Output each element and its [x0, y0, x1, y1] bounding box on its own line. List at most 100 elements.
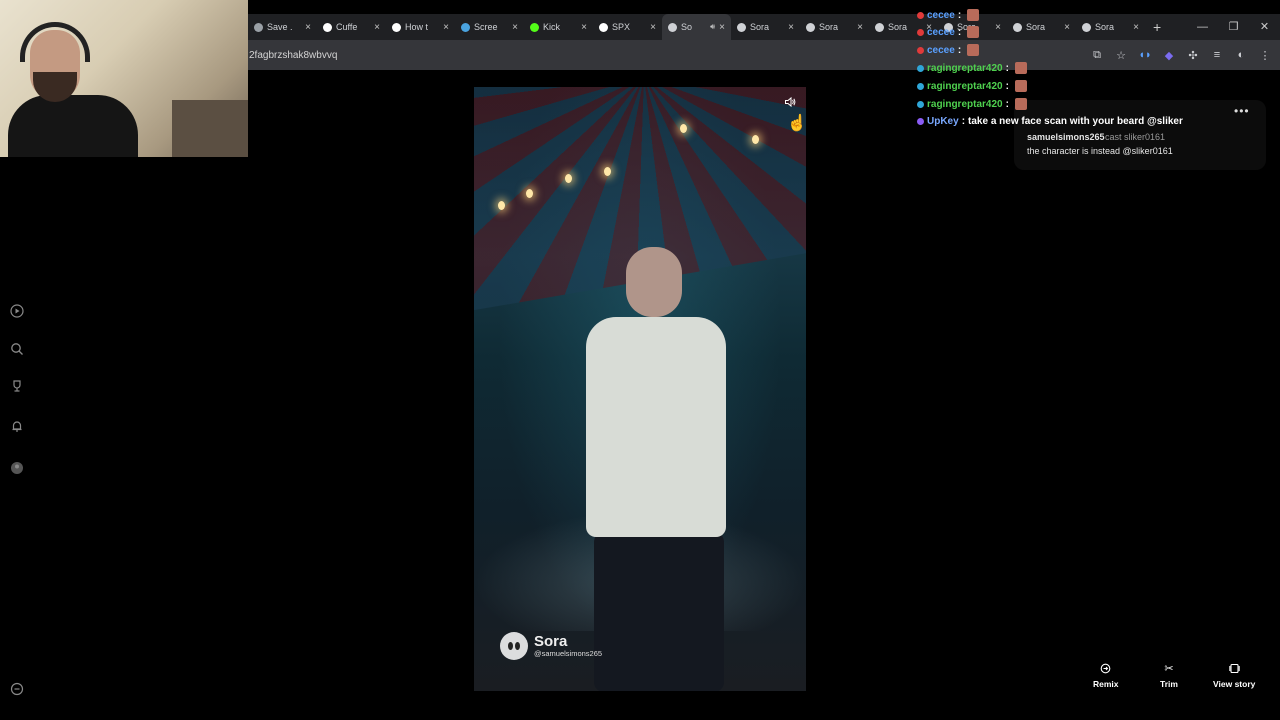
- trophy-nav-icon[interactable]: [9, 378, 25, 394]
- tab-close-icon[interactable]: ×: [374, 22, 380, 33]
- string-light: [526, 189, 533, 198]
- browser-tab[interactable]: Sora ×: [1076, 14, 1145, 40]
- tab-close-icon[interactable]: ×: [857, 22, 863, 33]
- new-tab-button[interactable]: +: [1153, 19, 1161, 35]
- chat-message: cecee:: [917, 7, 980, 23]
- browser-tab[interactable]: Sora ×: [800, 14, 869, 40]
- string-light: [604, 167, 611, 176]
- search-nav-icon[interactable]: [9, 341, 25, 357]
- chat-username: ragingreptar420: [927, 62, 1003, 74]
- minimize-button[interactable]: —: [1187, 14, 1218, 40]
- dancer-pants: [594, 532, 724, 691]
- comment-panel: samuelsimons265 cast sliker0161 the char…: [1014, 100, 1266, 170]
- chat-separator: :: [957, 44, 962, 56]
- browser-tab[interactable]: Scree ×: [455, 14, 524, 40]
- tab-title: Kick: [543, 22, 561, 32]
- webcam-headset: [20, 22, 90, 62]
- tab-list: Save . × Cuffe × How t × Scree × Kick × SPX × So 🔊︎ × S…: [248, 14, 1145, 40]
- tab-close-icon[interactable]: ×: [443, 22, 449, 33]
- string-light: [498, 201, 505, 210]
- tab-close-icon[interactable]: ×: [1064, 22, 1070, 33]
- tab-close-icon[interactable]: ×: [581, 22, 587, 33]
- tab-close-icon[interactable]: ×: [1133, 22, 1139, 33]
- settings-nav-icon[interactable]: [9, 681, 25, 697]
- chat-badge-icon: [917, 117, 924, 125]
- chat-separator: :: [957, 26, 962, 38]
- tab-title: Cuffe: [336, 22, 358, 32]
- chat-separator: :: [1005, 62, 1009, 74]
- webcam-overlay: [0, 0, 248, 157]
- url-text[interactable]: 2fagbrzshak8wbvvq: [249, 50, 337, 61]
- chat-text: take a new face scan with your beard @sl…: [968, 115, 1183, 127]
- remix-label: Remix: [1093, 679, 1119, 689]
- dancer-head: [626, 247, 682, 317]
- sora-icon: [668, 22, 677, 32]
- chat-badge-icon: [917, 100, 924, 108]
- remix-button[interactable]: Remix: [1093, 663, 1119, 689]
- browser-tab[interactable]: Sora ×: [1007, 14, 1076, 40]
- browser-tab[interactable]: Kick ×: [524, 14, 593, 40]
- string-light: [752, 135, 759, 144]
- page-icon: [254, 22, 263, 32]
- sora-watermark: Sora @samuelsimons265: [500, 632, 602, 660]
- screen-icon: [461, 22, 470, 32]
- browser-tab[interactable]: SPX ×: [593, 14, 662, 40]
- browser-tab[interactable]: So 🔊︎ ×: [662, 14, 731, 40]
- chat-separator: :: [961, 115, 966, 127]
- chat-message: ragingreptar420:: [917, 60, 1027, 76]
- browser-tab[interactable]: Sora ×: [731, 14, 800, 40]
- sora-icon: [875, 22, 884, 32]
- x-icon: [599, 22, 608, 32]
- tab-title: How t: [405, 22, 429, 32]
- comment-username[interactable]: samuelsimons265: [1027, 132, 1105, 142]
- chat-username: ragingreptar420: [927, 98, 1003, 110]
- browser-tab[interactable]: Cuffe ×: [317, 14, 386, 40]
- sora-logo-icon: [500, 632, 528, 660]
- browser-tab[interactable]: How t ×: [386, 14, 455, 40]
- browser-tab[interactable]: Save . ×: [248, 14, 317, 40]
- home-nav-icon[interactable]: [9, 303, 25, 319]
- window-controls: — ❐ ✕: [1187, 14, 1280, 40]
- sora-icon: [737, 22, 746, 32]
- speaker-icon[interactable]: [782, 94, 798, 110]
- profile-avatar-nav-icon[interactable]: [9, 460, 25, 476]
- tab-close-icon[interactable]: ×: [650, 22, 656, 33]
- browser-menu-icon[interactable]: ⋮: [1258, 49, 1272, 62]
- tab-close-icon[interactable]: ×: [305, 22, 311, 33]
- tiktok-icon: [323, 22, 332, 32]
- trim-button[interactable]: ✂ Trim: [1160, 663, 1178, 689]
- media-control-icon[interactable]: ≡: [1210, 49, 1224, 61]
- remix-icon: [1100, 663, 1111, 675]
- tab-close-icon[interactable]: ×: [995, 22, 1001, 33]
- view-story-button[interactable]: View story: [1213, 663, 1255, 689]
- tab-close-icon[interactable]: ×: [512, 22, 518, 33]
- notifications-bell-icon[interactable]: [9, 418, 25, 434]
- close-window-button[interactable]: ✕: [1249, 14, 1280, 40]
- tab-title: Save .: [267, 22, 293, 32]
- screen: { "browser": { "tabs": [ {"title": "Save…: [0, 0, 1280, 720]
- comment-text: the character is instead @sliker0161: [1027, 146, 1173, 156]
- scissors-icon: ✂: [1164, 663, 1174, 675]
- more-options-icon[interactable]: •••: [1234, 104, 1250, 118]
- bookmark-star-icon[interactable]: ☆: [1114, 49, 1128, 62]
- profile-avatar-icon[interactable]: ◐: [1234, 49, 1248, 61]
- chat-separator: :: [1005, 98, 1009, 110]
- tiktok-icon: [392, 22, 401, 32]
- audio-extension-icon[interactable]: ◖◗: [1138, 49, 1152, 61]
- chat-emote-icon: [967, 26, 980, 38]
- tab-title: So: [681, 22, 693, 32]
- tab-close-icon[interactable]: ×: [788, 22, 794, 33]
- chat-emote-icon: [967, 9, 980, 21]
- install-app-icon[interactable]: ⧉: [1090, 49, 1104, 62]
- chat-badge-icon: [917, 28, 924, 36]
- chat-username: ragingreptar420: [927, 80, 1003, 92]
- extensions-puzzle-icon[interactable]: ✣: [1186, 49, 1200, 62]
- tab-audio-icon[interactable]: 🔊︎: [710, 22, 715, 32]
- shield-extension-icon[interactable]: ◆: [1162, 49, 1176, 62]
- tab-title: Sora: [819, 22, 839, 32]
- tab-close-icon[interactable]: ×: [719, 22, 725, 33]
- video-player[interactable]: Sora @samuelsimons265: [474, 87, 806, 691]
- restore-button[interactable]: ❐: [1218, 14, 1249, 40]
- chat-message: ragingreptar420:: [917, 78, 1027, 94]
- dancer: [566, 247, 746, 691]
